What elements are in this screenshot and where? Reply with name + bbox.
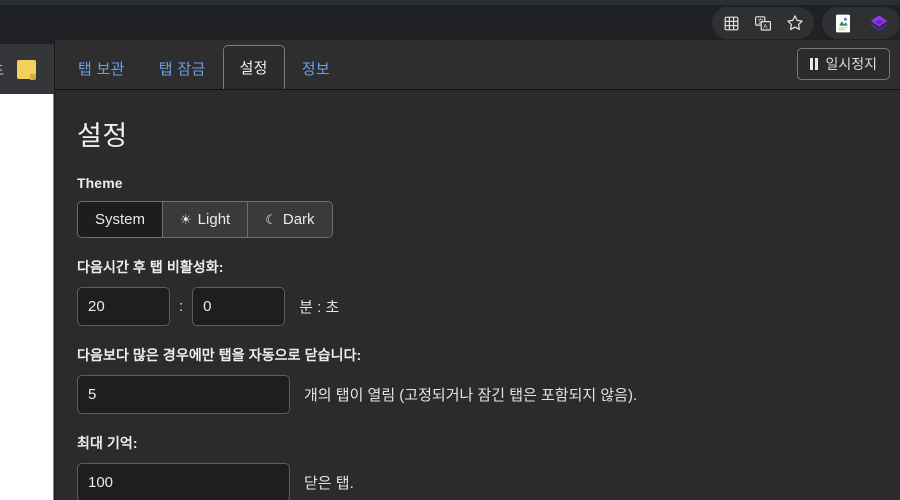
theme-option-system[interactable]: System <box>78 202 164 237</box>
theme-segmented-control: System ☀ Light ☾ Dark <box>77 201 333 238</box>
tab-settings[interactable]: 설정 <box>222 45 285 89</box>
bookmark-star-icon[interactable] <box>784 12 806 34</box>
min-tabs-suffix: 개의 탭이 열림 (고정되거나 잠긴 탭은 포함되지 않음). <box>304 387 638 404</box>
pause-button[interactable]: 일시정지 <box>797 48 890 80</box>
settings-panel: 설정 Theme System ☀ Light ☾ Dark 다음시간 후 탭 … <box>55 90 900 500</box>
max-history-input[interactable] <box>77 463 290 500</box>
theme-option-light-label: Light <box>197 211 231 228</box>
grid-icon[interactable] <box>720 12 742 34</box>
bookmark-folder-icon[interactable] <box>16 58 36 80</box>
time-separator: : <box>179 298 184 315</box>
tab-lock[interactable]: 탭 잠금 <box>142 47 223 89</box>
theme-option-system-label: System <box>95 211 146 228</box>
min-tabs-label: 다음보다 많은 경우에만 탭을 자동으로 닫습니다: <box>77 347 362 363</box>
discard-after-label: 다음시간 후 탭 비활성화: <box>77 259 224 275</box>
theme-option-dark-label: Dark <box>282 211 315 228</box>
window-titlebar-strip <box>0 0 900 5</box>
sun-icon: ☀ <box>180 212 192 227</box>
min-tabs-input[interactable] <box>77 375 290 414</box>
theme-option-dark[interactable]: ☾ Dark <box>248 202 332 237</box>
tab-lock-label: 탭 잠금 <box>158 61 206 78</box>
tab-settings-label: 설정 <box>239 60 268 77</box>
pause-icon <box>810 58 819 70</box>
theme-section: Theme System ☀ Light ☾ Dark <box>77 175 900 238</box>
svg-text:A: A <box>763 23 768 30</box>
document-extension-icon[interactable] <box>832 12 854 34</box>
tab-about[interactable]: 정보 <box>285 47 347 89</box>
discard-after-section: 다음시간 후 탭 비활성화: : 분 : 초 <box>77 257 900 326</box>
max-history-suffix: 닫은 탭. <box>304 475 354 492</box>
max-history-row: 닫은 탭. <box>77 463 900 500</box>
discard-seconds-input[interactable] <box>192 287 286 326</box>
browser-action-pill: 文 A <box>712 7 814 39</box>
theme-label: Theme <box>77 175 123 191</box>
toolbar-icon-group: 文 A <box>712 6 900 40</box>
page-title: 설정 <box>77 121 128 151</box>
purple-cube-extension-icon[interactable] <box>868 12 890 34</box>
min-tabs-row: 개의 탭이 열림 (고정되거나 잠긴 탭은 포함되지 않음). <box>77 375 900 414</box>
theme-option-light[interactable]: ☀ Light <box>163 202 249 237</box>
screen-root: 文 A 탭 보관 탭 잠금 설정 정보 일시정지 설정 Theme System… <box>0 0 900 500</box>
bookmark-item-truncated[interactable]: 도 <box>0 60 4 79</box>
pause-button-label: 일시정지 <box>825 56 877 72</box>
moon-icon: ☾ <box>265 212 277 227</box>
max-history-label: 최대 기억: <box>77 435 138 451</box>
popup-tabstrip: 탭 보관 탭 잠금 설정 정보 일시정지 <box>55 40 900 90</box>
browser-toolbar: 文 A <box>0 0 900 44</box>
min-tabs-section: 다음보다 많은 경우에만 탭을 자동으로 닫습니다: 개의 탭이 열림 (고정되… <box>77 345 900 414</box>
translate-icon[interactable]: 文 A <box>752 12 774 34</box>
tab-about-label: 정보 <box>301 61 330 78</box>
tab-archive-label: 탭 보관 <box>78 61 125 78</box>
discard-after-suffix: 분 : 초 <box>299 299 340 316</box>
extension-icon-pill <box>822 7 900 39</box>
tab-archive[interactable]: 탭 보관 <box>61 47 142 89</box>
popup-tab-list: 탭 보관 탭 잠금 설정 정보 <box>55 39 347 89</box>
discard-after-row: : 분 : 초 <box>77 287 900 326</box>
page-content-background <box>0 94 54 500</box>
max-history-section: 최대 기억: 닫은 탭. <box>77 433 900 500</box>
discard-minutes-input[interactable] <box>77 287 170 326</box>
extension-popup: 탭 보관 탭 잠금 설정 정보 일시정지 설정 Theme System ☀ L… <box>55 40 900 500</box>
